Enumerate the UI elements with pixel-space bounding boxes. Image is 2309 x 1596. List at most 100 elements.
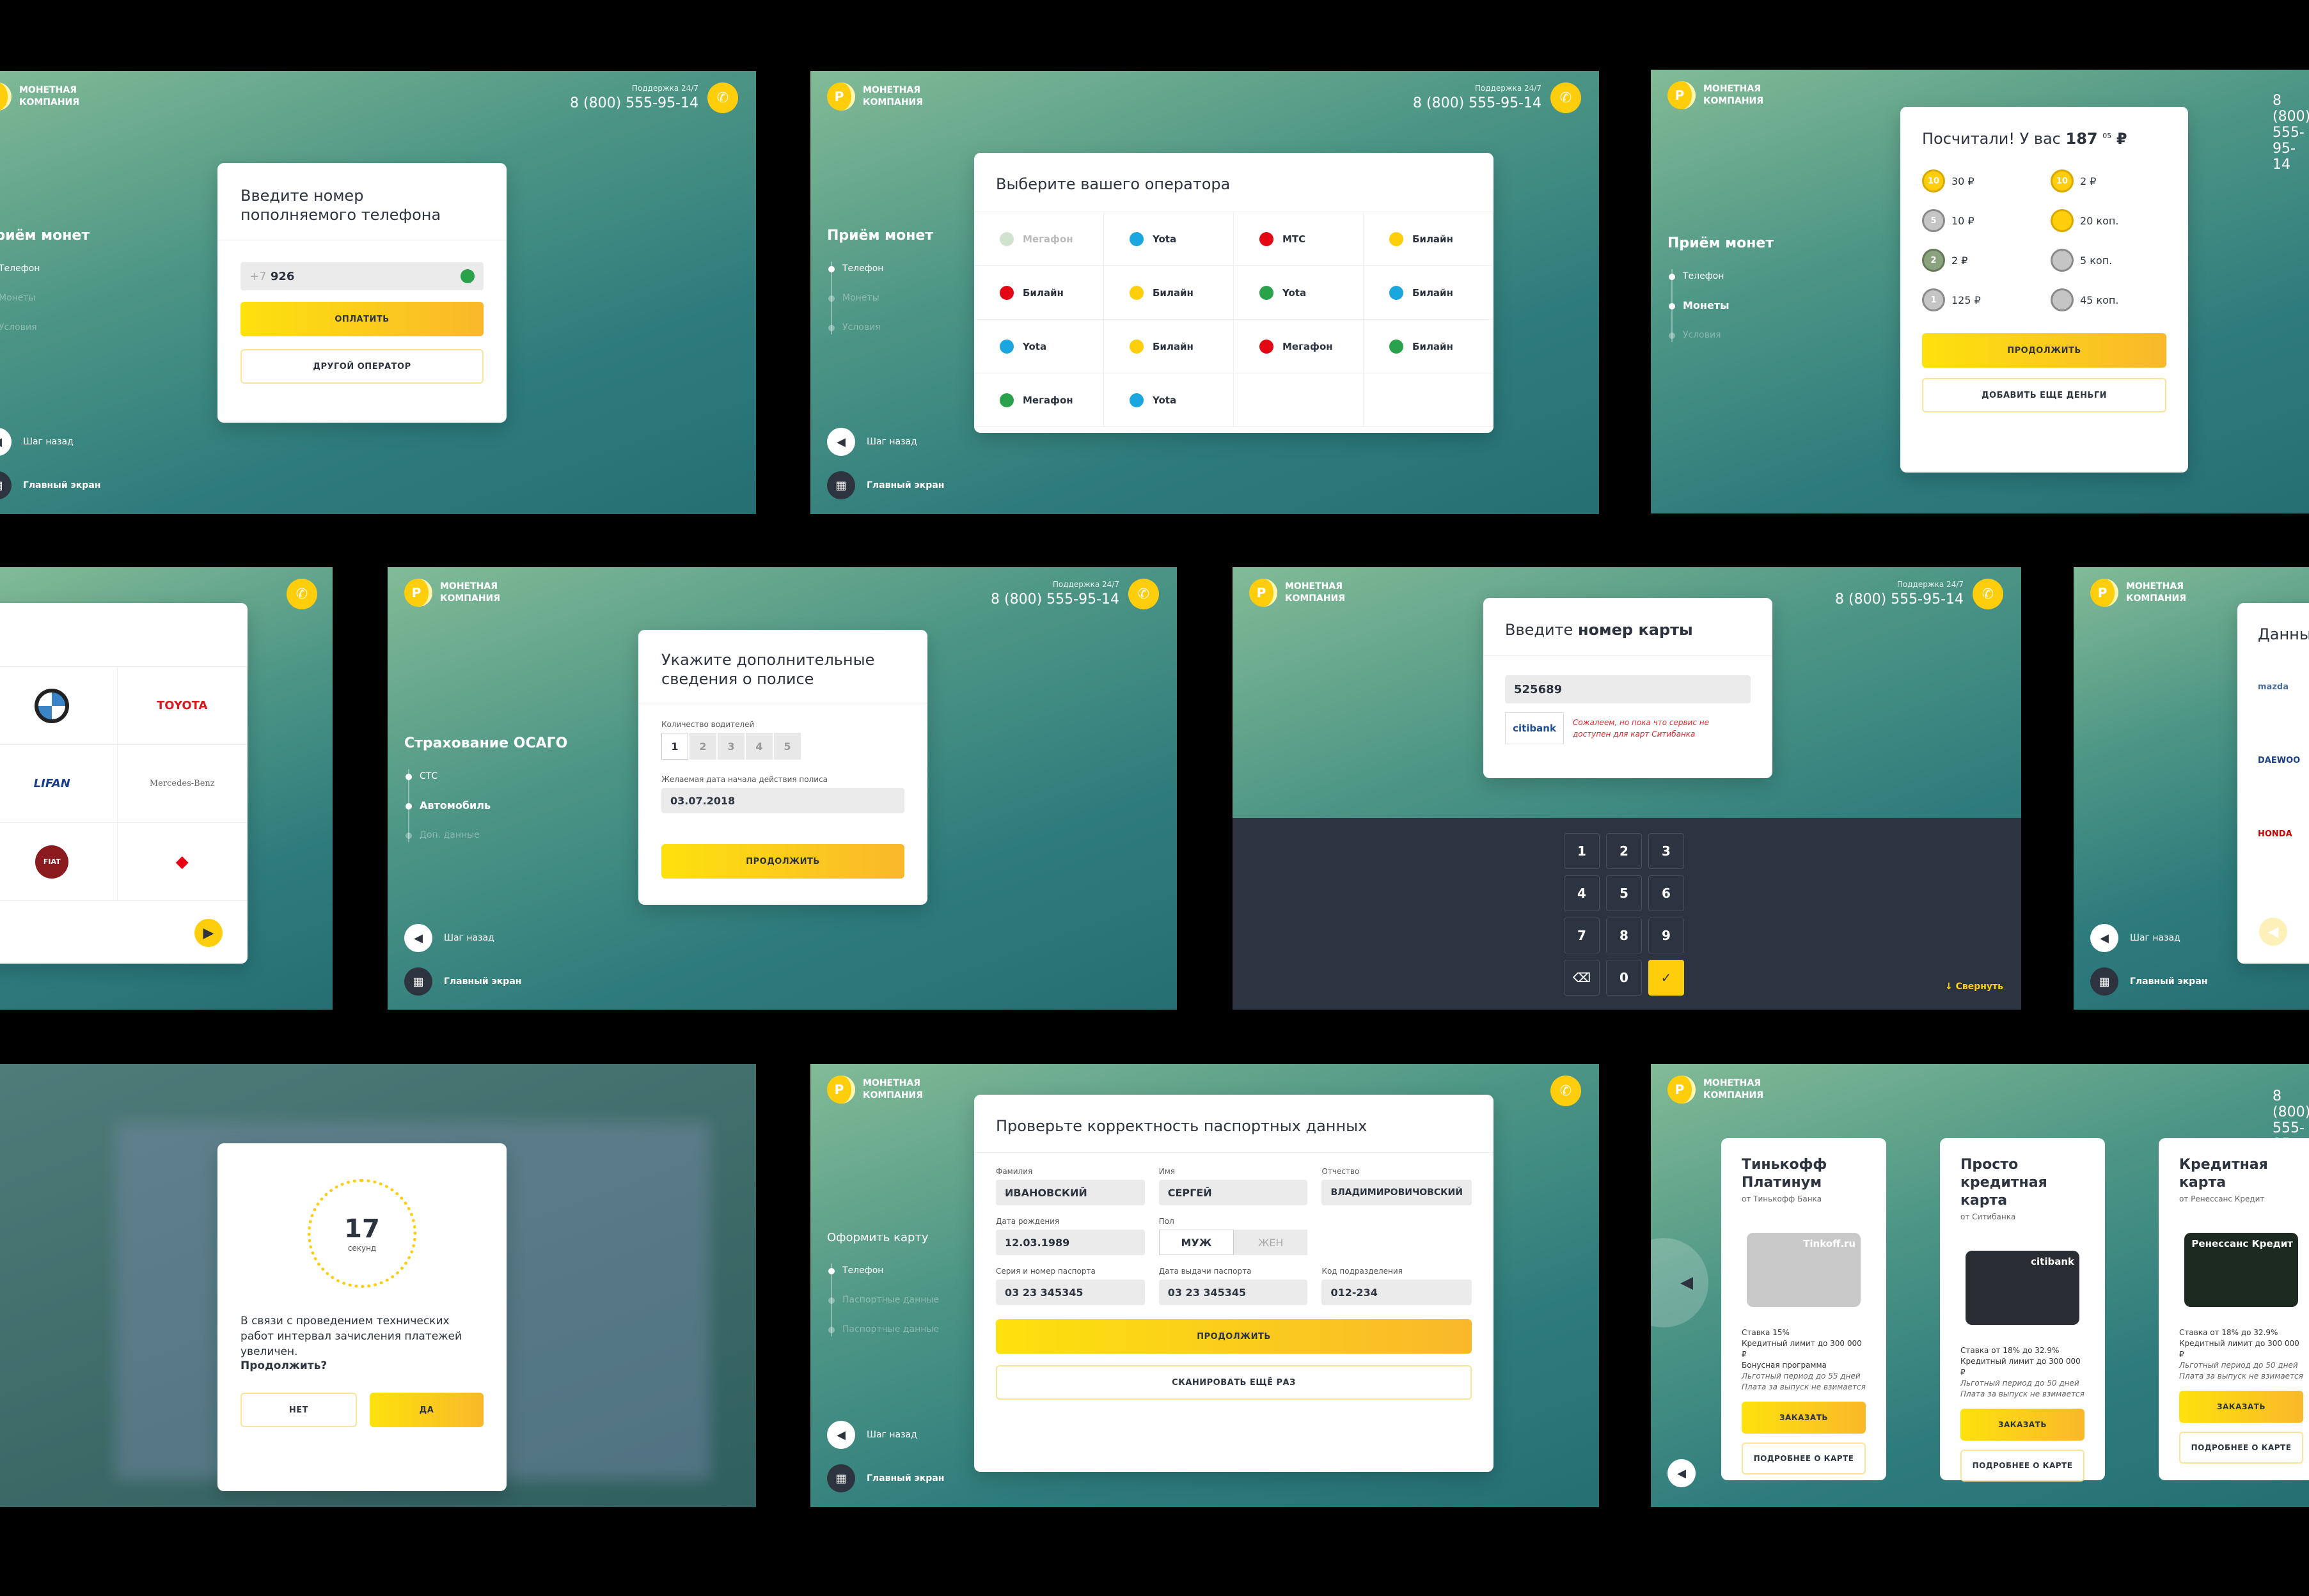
back-nav[interactable]: ◀ Шаг назад [2090, 924, 2180, 952]
order-button[interactable]: ЗАКАЗАТЬ [2179, 1391, 2303, 1423]
back-nav[interactable]: ◀ Шаг назад [0, 428, 74, 456]
keypad-key[interactable]: 3 [1648, 833, 1684, 869]
operators-card: Выберите вашего оператора Мегафон Yota МТС… [974, 153, 1493, 433]
operator-cell[interactable]: Билайн [1364, 266, 1493, 320]
rescan-button[interactable]: СКАНИРОВАТЬ ЕЩЁ РАЗ [996, 1365, 1472, 1400]
phone-call-icon[interactable]: ✆ [1128, 579, 1159, 609]
operator-cell[interactable]: Билайн [1364, 212, 1493, 266]
home-nav[interactable]: ▦ Главный экран [827, 1464, 944, 1492]
details-button[interactable]: ПОДРОБНЕЕ О КАРТЕ [1742, 1443, 1866, 1475]
keypad-key[interactable]: 7 [1564, 918, 1600, 953]
operator-cell[interactable]: МТС [1234, 212, 1364, 266]
logo-line2: КОМПАНИЯ [2126, 593, 2187, 604]
details-button[interactable]: ПОДРОБНЕЕ О КАРТЕ [2179, 1432, 2303, 1464]
order-button[interactable]: ЗАКАЗАТЬ [1742, 1402, 1866, 1434]
operator-cell[interactable]: Билайн [1104, 266, 1234, 320]
back-nav[interactable]: ◀ Шаг назад [827, 1421, 917, 1449]
operator-cell[interactable]: Мегафон [974, 373, 1104, 427]
other-operator-button[interactable]: ДРУГОЙ ОПЕРАТОР [240, 349, 484, 384]
pay-button[interactable]: ОПЛАТИТЬ [240, 302, 484, 336]
collapse-button[interactable]: ↓ Свернуть [1945, 982, 2003, 992]
keypad-key[interactable]: 8 [1606, 918, 1642, 953]
operator-logo-icon [1259, 285, 1273, 300]
brand-mercedes[interactable]: Mercedes-Benz [117, 745, 248, 823]
driver-count-option[interactable]: 3 [718, 733, 745, 760]
sex-toggle[interactable]: МУЖ ЖЕН [1158, 1230, 1308, 1255]
phone-call-icon[interactable]: ✆ [1550, 82, 1581, 113]
brand-mitsubishi[interactable]: ◆ [117, 823, 248, 901]
details-button[interactable]: ПОДРОБНЕЕ О КАРТЕ [1960, 1450, 2084, 1482]
continue-button[interactable]: ПРОДОЛЖИТЬ [1922, 333, 2166, 368]
patronymic-input[interactable]: ВЛАДИМИРОВИЧОВСКИЙ [1321, 1180, 1472, 1205]
operator-logo-icon [1389, 339, 1403, 354]
home-nav[interactable]: ▦ Главный экран [0, 471, 100, 499]
logo-coin-icon: Р [2090, 579, 2118, 607]
daewoo-logo[interactable]: DAEWOO [2258, 756, 2309, 765]
yes-button[interactable]: ДА [370, 1393, 484, 1427]
back-nav[interactable]: ◀ Шаг назад [404, 924, 494, 952]
order-button[interactable]: ЗАКАЗАТЬ [1960, 1409, 2084, 1441]
passport-number-input[interactable]: 03 23 345345 [996, 1279, 1145, 1305]
operator-cell[interactable]: Yota [1234, 266, 1364, 320]
operator-icon [461, 269, 475, 283]
issue-date-input[interactable]: 03 23 345345 [1158, 1279, 1308, 1305]
mazda-logo[interactable]: mazda [2258, 682, 2309, 692]
driver-count-option[interactable]: 1 [661, 733, 688, 760]
continue-button[interactable]: ПРОДОЛЖИТЬ [996, 1319, 1472, 1354]
keypad-key[interactable]: 4 [1564, 875, 1600, 911]
continue-button[interactable]: ПРОДОЛЖИТЬ [661, 844, 904, 879]
prev-card-icon[interactable]: ◀ [1651, 1238, 1708, 1327]
phone-call-icon[interactable]: ✆ [287, 579, 317, 609]
surname-input[interactable]: ИВАНОВСКИЙ [996, 1180, 1145, 1205]
driver-count-option[interactable]: 4 [746, 733, 773, 760]
operator-cell[interactable]: Мегафон [974, 212, 1104, 266]
driver-count-option[interactable]: 2 [690, 733, 716, 760]
keypad-key[interactable]: 9 [1648, 918, 1684, 953]
operator-cell[interactable]: Мегафон [1234, 320, 1364, 373]
operator-cell[interactable]: Билайн [1364, 320, 1493, 373]
offer-bank: от Ситибанка [1960, 1212, 2016, 1221]
keypad-key[interactable]: 1 [1564, 833, 1600, 869]
keypad-key[interactable]: ✓ [1648, 960, 1684, 996]
keypad-key[interactable]: 6 [1648, 875, 1684, 911]
back-arrow-icon[interactable]: ◀ [1667, 1459, 1696, 1487]
keypad-key[interactable]: 0 [1606, 960, 1642, 996]
coin-icon: 1 [1922, 288, 1945, 311]
add-money-button[interactable]: ДОБАВИТЬ ЕЩЕ ДЕНЬГИ [1922, 378, 2166, 412]
back-nav[interactable]: ◀ Шаг назад [827, 428, 917, 456]
sex-male[interactable]: МУЖ [1158, 1230, 1234, 1255]
dept-code-input[interactable]: 012-234 [1321, 1279, 1472, 1305]
operator-cell[interactable]: Yota [974, 320, 1104, 373]
brand-bmw[interactable] [0, 667, 118, 745]
name-input[interactable]: СЕРГЕЙ [1158, 1180, 1308, 1205]
brand-lifan[interactable]: LIFAN [0, 745, 118, 823]
birthdate-input[interactable]: 12.03.1989 [996, 1230, 1145, 1255]
keypad-key[interactable]: 5 [1606, 875, 1642, 911]
home-nav[interactable]: ▦ Главный экран [404, 967, 521, 996]
prev-arrow-icon[interactable]: ◀ [2259, 918, 2287, 946]
home-nav[interactable]: ▦ Главный экран [2090, 967, 2207, 996]
card-image: citibank [1966, 1251, 2079, 1325]
operator-cell[interactable]: Yota [1104, 212, 1234, 266]
operator-cell[interactable]: Билайн [974, 266, 1104, 320]
brand-fiat[interactable]: FIAT [0, 823, 118, 901]
operator-cell[interactable]: Yota [1104, 373, 1234, 427]
phone-call-icon[interactable]: ✆ [1550, 1076, 1581, 1106]
offer-grace: Льготный период до 55 дней [1742, 1372, 1861, 1381]
date-input[interactable]: 03.07.2018 [661, 788, 904, 813]
no-button[interactable]: НЕТ [240, 1393, 357, 1427]
operator-cell[interactable]: Билайн [1104, 320, 1234, 373]
coin-amount: 2 ₽ [1951, 254, 1968, 267]
driver-count-option[interactable]: 5 [774, 733, 801, 760]
honda-logo[interactable]: HONDA [2258, 829, 2309, 839]
phone-call-icon[interactable]: ✆ [1973, 579, 2003, 609]
keypad-key[interactable]: 2 [1606, 833, 1642, 869]
phone-input[interactable]: +7 926 [240, 262, 484, 290]
keypad-key[interactable]: ⌫ [1564, 960, 1600, 996]
home-nav[interactable]: ▦ Главный экран [827, 471, 944, 499]
card-number-input[interactable]: 525689 [1505, 675, 1751, 703]
phone-call-icon[interactable]: ✆ [707, 82, 738, 113]
brand-toyota[interactable]: TOYOTA [117, 667, 248, 745]
sex-female[interactable]: ЖЕН [1234, 1230, 1308, 1255]
next-arrow-icon[interactable]: ▶ [194, 919, 223, 947]
